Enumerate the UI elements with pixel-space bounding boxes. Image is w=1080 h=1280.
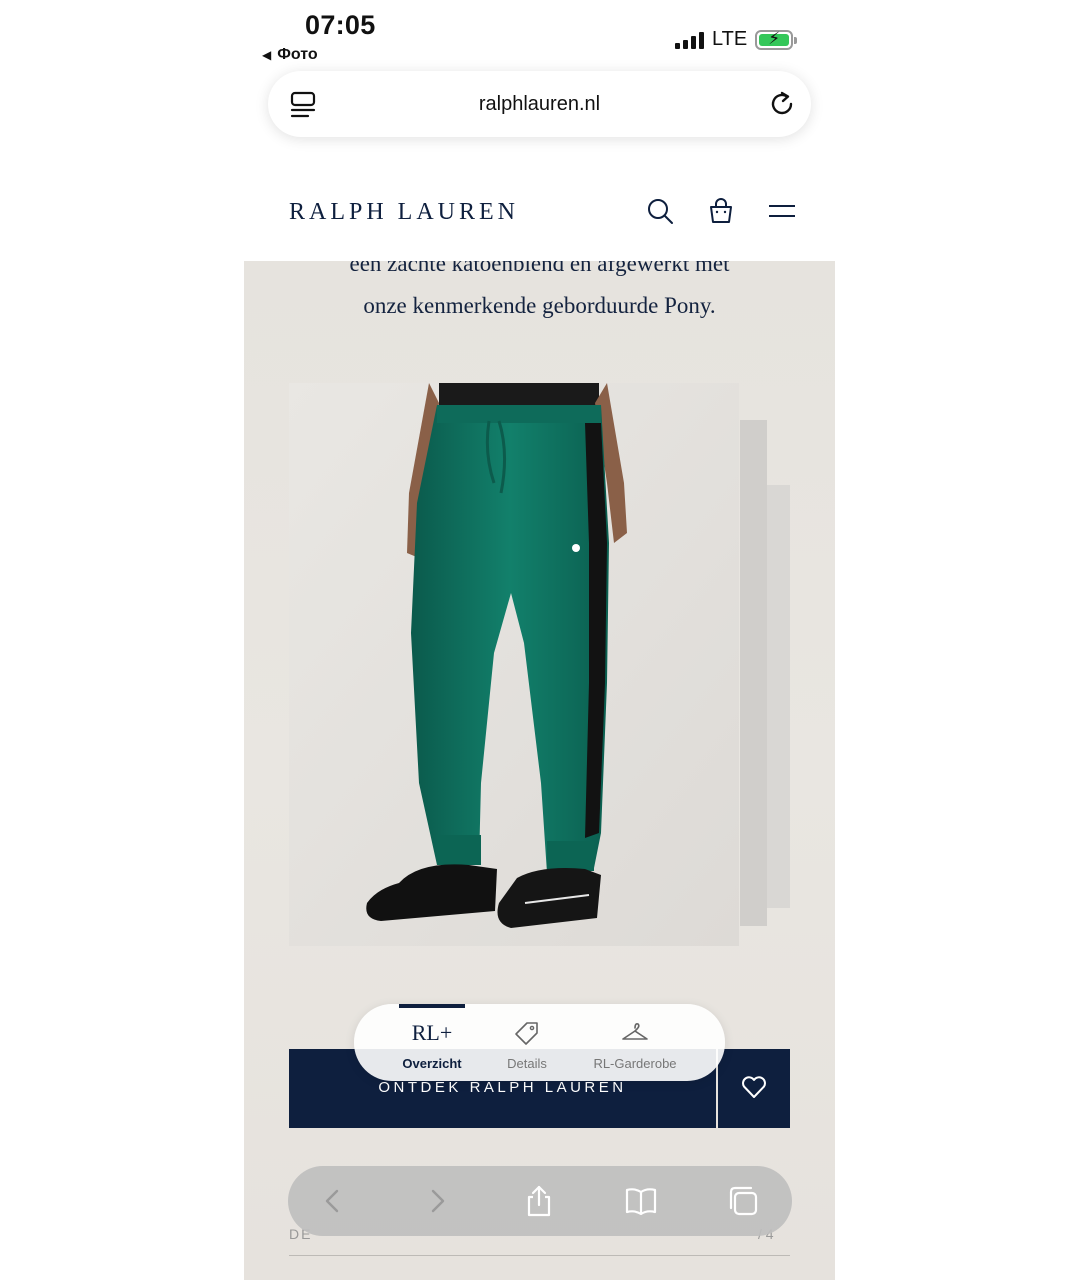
battery-icon: ⚡ — [755, 29, 798, 50]
active-tab-indicator — [399, 1004, 465, 1008]
network-label: LTE — [712, 28, 748, 50]
status-time: 07:05 — [305, 10, 376, 40]
tag-icon — [515, 1022, 538, 1045]
search-icon[interactable] — [645, 196, 675, 226]
tabs-icon[interactable] — [726, 1184, 760, 1218]
status-indicators: LTE ⚡ — [675, 28, 798, 51]
tab-rl-garderobe[interactable]: RL-Garderobe — [575, 1004, 695, 1081]
product-description: een zachte katoenblend en afgewerkt met … — [244, 261, 835, 327]
tab-details[interactable]: Details — [464, 1004, 590, 1081]
product-image-peek-1[interactable] — [740, 420, 767, 926]
address-bar[interactable]: ralphlauren.nl — [268, 71, 811, 137]
back-triangle-icon: ◀ — [262, 48, 272, 62]
favorite-button[interactable] — [718, 1049, 790, 1128]
product-image[interactable] — [289, 383, 739, 946]
share-icon[interactable] — [522, 1184, 556, 1218]
menu-icon[interactable] — [767, 196, 797, 226]
product-tabs: RL+ Overzicht Details RL-Garderobe — [354, 1004, 725, 1081]
signal-icon — [675, 31, 704, 49]
bag-icon[interactable] — [706, 196, 736, 226]
discover-button-label: ONTDEK RALPH LAUREN — [378, 1079, 627, 1096]
sweatpants-illustration — [289, 383, 739, 946]
back-app-label: Фото — [277, 46, 318, 63]
ralph-lauren-logo[interactable]: RALPH LAUREN — [289, 199, 519, 226]
back-icon[interactable] — [316, 1184, 350, 1218]
browser-toolbar — [288, 1166, 792, 1236]
divider — [289, 1255, 790, 1256]
reload-icon[interactable] — [767, 89, 797, 119]
heart-icon — [742, 1076, 766, 1098]
back-to-app-button[interactable]: ◀ Фото — [262, 46, 318, 64]
description-line-2: onze kenmerkende geborduurde Pony. — [363, 293, 716, 318]
tab-details-label: Details — [507, 1056, 547, 1071]
description-line-1: een zachte katoenblend en afgewerkt met — [349, 261, 730, 276]
url-text[interactable]: ralphlauren.nl — [268, 93, 811, 116]
tab-rl-garderobe-label: RL-Garderobe — [593, 1056, 677, 1071]
bookmarks-icon[interactable] — [624, 1184, 658, 1218]
forward-icon[interactable] — [420, 1184, 454, 1218]
hanger-icon — [622, 1023, 648, 1040]
